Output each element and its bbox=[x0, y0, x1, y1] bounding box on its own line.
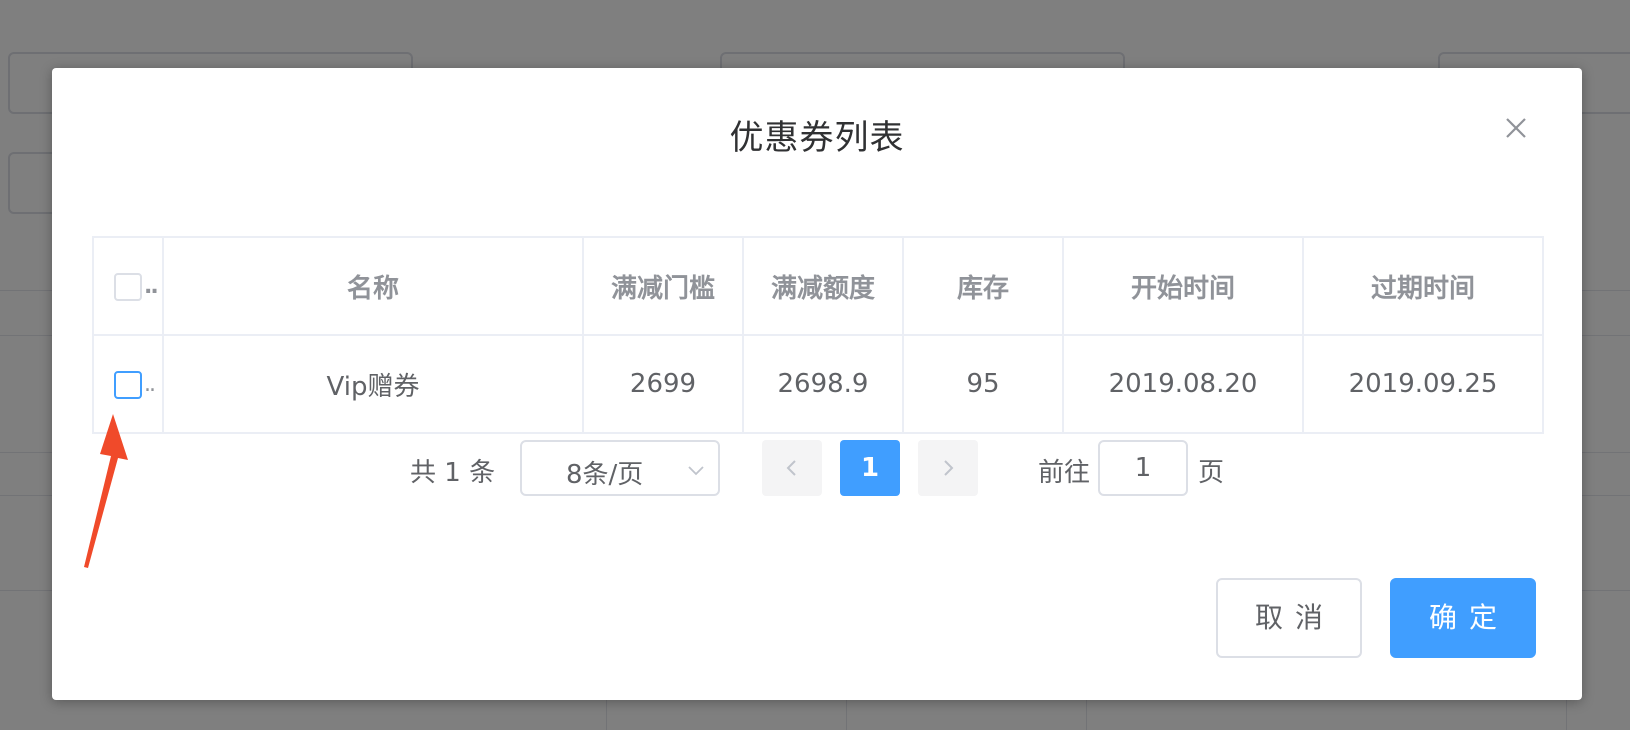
row-checkbox[interactable] bbox=[114, 370, 142, 399]
column-header-expire-time: 过期时间 bbox=[1302, 236, 1544, 336]
row-ellipsis: .. bbox=[144, 372, 156, 397]
cell-discount: 2698.9 bbox=[742, 334, 904, 434]
dialog-title: 优惠券列表 bbox=[729, 118, 905, 158]
column-header-stock: 库存 bbox=[902, 236, 1064, 336]
cell-threshold: 2699 bbox=[582, 334, 744, 434]
page-number-1[interactable]: 1 bbox=[840, 440, 900, 496]
page-size-select[interactable]: 8条/页 bbox=[520, 440, 720, 496]
next-page-button[interactable] bbox=[918, 440, 978, 496]
coupon-list-dialog: 优惠券列表 .. 名称 满减门槛 满减额度 库存 开始时间 过期时间 .. Vi… bbox=[52, 68, 1582, 700]
cell-expire-time: 2019.09.25 bbox=[1302, 334, 1544, 434]
table-row[interactable]: .. Vip赠券 2699 2698.9 95 2019.08.20 2019.… bbox=[92, 334, 1544, 434]
prev-page-button[interactable] bbox=[762, 440, 822, 496]
select-all-cell: .. bbox=[92, 236, 164, 336]
chevron-left-icon bbox=[786, 460, 796, 476]
goto-label: 前往 bbox=[1038, 458, 1091, 488]
header-ellipsis: .. bbox=[144, 274, 159, 299]
select-all-checkbox[interactable] bbox=[114, 272, 142, 301]
cancel-button[interactable]: 取消 bbox=[1216, 578, 1362, 658]
confirm-button[interactable]: 确定 bbox=[1390, 578, 1536, 658]
goto-page-input[interactable]: 1 bbox=[1098, 440, 1188, 496]
close-icon bbox=[1506, 118, 1526, 138]
close-button[interactable] bbox=[1500, 112, 1532, 144]
column-header-threshold: 满减门槛 bbox=[582, 236, 744, 336]
column-header-discount: 满减额度 bbox=[742, 236, 904, 336]
cell-name: Vip赠券 bbox=[162, 334, 584, 434]
cell-stock: 95 bbox=[902, 334, 1064, 434]
annotation-arrow-icon bbox=[84, 414, 128, 568]
page-unit-label: 页 bbox=[1198, 458, 1225, 488]
chevron-down-icon bbox=[688, 466, 704, 476]
column-header-start-time: 开始时间 bbox=[1062, 236, 1304, 336]
pagination: 共 1 条 8条/页 1 前往 1 页 bbox=[52, 440, 1582, 496]
table-header-row: .. 名称 满减门槛 满减额度 库存 开始时间 过期时间 bbox=[92, 236, 1544, 336]
coupon-table: .. 名称 满减门槛 满减额度 库存 开始时间 过期时间 .. Vip赠券 26… bbox=[92, 236, 1544, 434]
cell-start-time: 2019.08.20 bbox=[1062, 334, 1304, 434]
page-size-value: 8条/页 bbox=[566, 460, 644, 490]
pagination-total: 共 1 条 bbox=[410, 458, 496, 488]
chevron-right-icon bbox=[944, 460, 954, 476]
column-header-name: 名称 bbox=[162, 236, 584, 336]
